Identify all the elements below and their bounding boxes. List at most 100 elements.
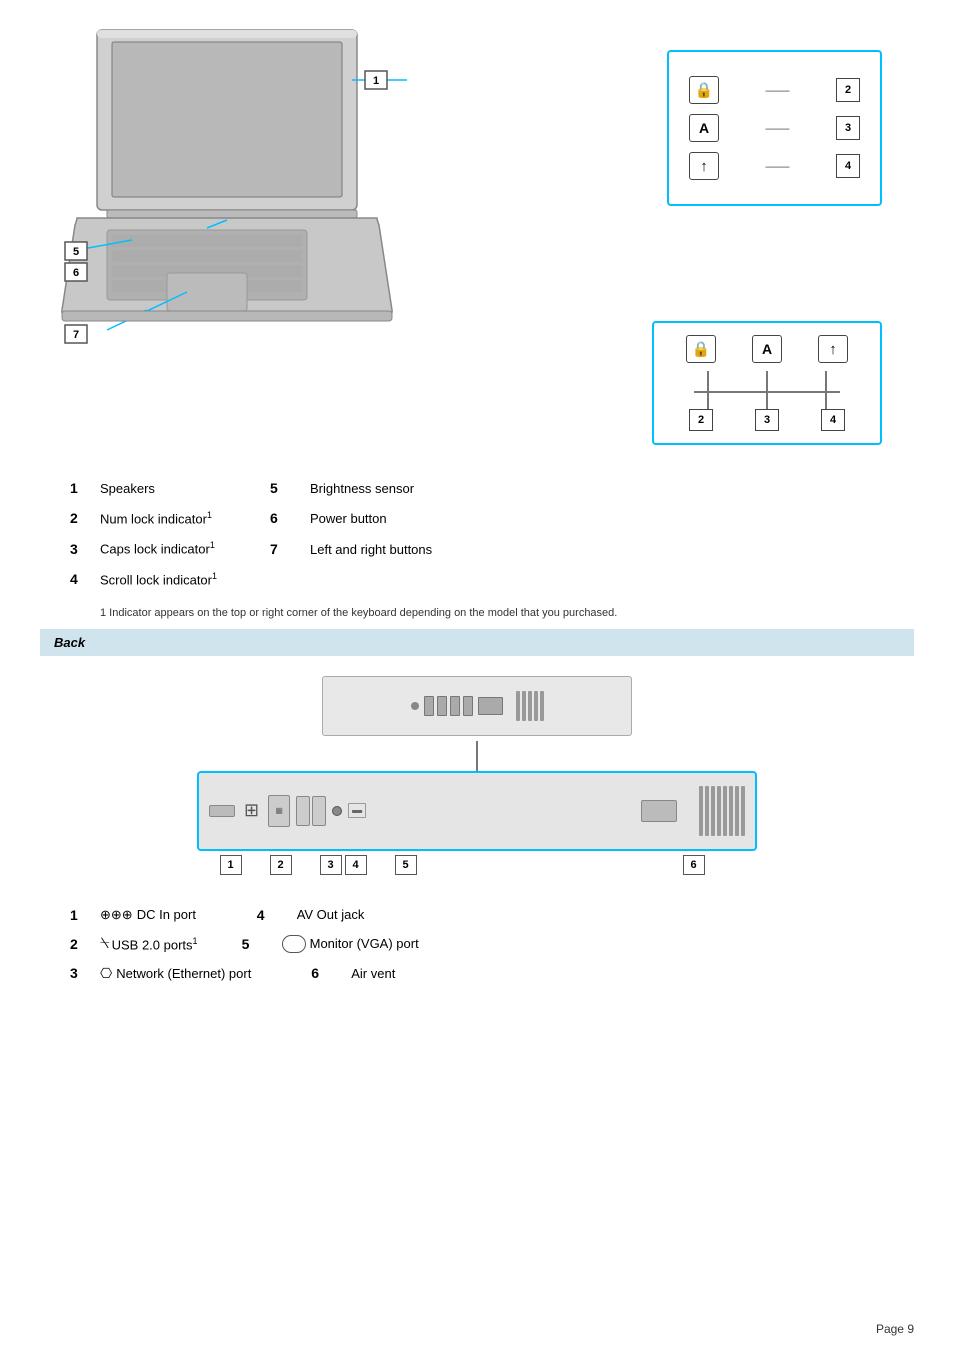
back-label-row-2: 2 ⍀ USB 2.0 ports1 5 Monitor (VGA) port [70, 935, 884, 953]
back-label-num2-6: 6 [311, 965, 351, 981]
vga-port [641, 800, 677, 822]
vga-connector-symbol: ▬ [348, 803, 366, 818]
svg-text:6: 6 [73, 267, 79, 279]
svg-text:5: 5 [73, 246, 79, 258]
back-num-1: 1 [220, 855, 242, 875]
bottom-num-3: 3 [755, 409, 779, 431]
label-text-capslock: Caps lock indicator1 [100, 540, 270, 556]
label-row-2: 2 Num lock indicator1 6 Power button [70, 510, 884, 526]
back-label-dc: DC In port [137, 907, 257, 922]
bottom-num-4: 4 [821, 409, 845, 431]
rj45-port: ▦ [268, 795, 290, 827]
indicator-callout-panel: 🔒 —— 2 A —— 3 ↑ —— 4 [667, 50, 882, 206]
usb-icon-sym: ⍀ [100, 935, 110, 953]
back-label-num2-4: 4 [257, 907, 297, 923]
back-num-34: 3 4 [320, 855, 367, 875]
callout-num-3: 3 [836, 116, 860, 140]
usb-port-2 [312, 796, 326, 826]
back-port-numbers: 1 2 3 4 5 6 [200, 851, 755, 875]
numlock-icon: 🔒 [689, 76, 719, 104]
top-vent [516, 691, 544, 721]
svg-text:1: 1 [373, 75, 379, 87]
top-labels: 1 Speakers 5 Brightness sensor 2 Num loc… [40, 480, 914, 619]
back-label-num-2: 2 [70, 936, 100, 952]
scrolllock-icon: ↑ [689, 152, 719, 180]
back-num-3: 3 [320, 855, 342, 875]
label-num2-7: 7 [270, 541, 310, 557]
back-num-2: 2 [270, 855, 292, 875]
footnote-sup-2: 1 [210, 540, 215, 550]
back-label-airvent: Air vent [351, 966, 395, 981]
label-text-lr-buttons: Left and right buttons [310, 542, 432, 557]
back-num-4: 4 [345, 855, 367, 875]
callout-num-4: 4 [836, 154, 860, 178]
footnote-sup-3: 1 [212, 571, 217, 581]
back-label-num-3: 3 [70, 965, 100, 981]
modem-symbol: ⊞ [244, 800, 259, 821]
back-label-network: Network (Ethernet) port [116, 966, 311, 981]
capslock-bottom-icon: A [752, 335, 782, 363]
lower-lines [678, 393, 856, 409]
back-label-num-1: 1 [70, 907, 100, 923]
indicator-item-2: 🔒 —— 2 [689, 76, 860, 104]
label-num2-6: 6 [270, 510, 310, 526]
label-num-1: 1 [70, 480, 100, 496]
back-num-5: 5 [395, 855, 417, 875]
laptop-illustration: 5 6 7 1 [47, 20, 407, 360]
label-row-4: 4 Scroll lock indicator1 [70, 571, 884, 587]
port-connectors-top [424, 696, 473, 716]
connect-line [476, 741, 478, 771]
svg-text:7: 7 [73, 329, 79, 341]
label-row-1: 1 Speakers 5 Brightness sensor [70, 480, 884, 496]
back-num-6: 6 [683, 855, 705, 875]
back-diagram-container: ⊞ ▦ ▬ [40, 656, 914, 885]
arrow-icon-2: —— [766, 121, 790, 135]
connector-lines [678, 371, 856, 391]
label-row-3: 3 Caps lock indicator1 7 Left and right … [70, 540, 884, 556]
back-main-device: ⊞ ▦ ▬ [197, 771, 757, 851]
label-text-brightness: Brightness sensor [310, 481, 414, 496]
dc-port-group [209, 805, 235, 817]
back-label-vga: Monitor (VGA) port [310, 936, 419, 951]
network-icon-sym: ⎔ [100, 965, 112, 982]
label-text-scrolllock: Scroll lock indicator1 [100, 571, 270, 587]
label-text-power: Power button [310, 511, 387, 526]
dc-indicator [411, 702, 419, 710]
back-label-num2-5: 5 [242, 936, 282, 952]
label-text-speakers: Speakers [100, 481, 270, 496]
back-label-av: AV Out jack [297, 907, 365, 922]
label-text-numlock: Num lock indicator1 [100, 510, 270, 526]
vent-block [699, 786, 745, 836]
back-section-header: Back [40, 629, 914, 656]
page-number: Page 9 [876, 1322, 914, 1336]
numlock-bottom-icon: 🔒 [686, 335, 716, 363]
back-label-row-1: 1 ⊕⊕⊕ DC In port 4 AV Out jack [70, 907, 884, 923]
label-num-2: 2 [70, 510, 100, 526]
back-footnote-sup: 1 [193, 936, 198, 946]
label-num-4: 4 [70, 571, 100, 587]
indicator-item-3: A —— 3 [689, 114, 860, 142]
back-device-top [322, 676, 632, 736]
back-label-usb: USB 2.0 ports1 [112, 936, 242, 952]
bottom-indicator-panel: 🔒 A ↑ 2 [652, 321, 882, 445]
footnote-text: 1 Indicator appears on the top or right … [100, 607, 884, 619]
top-port-right [478, 697, 503, 715]
usb-port-1 [296, 796, 310, 826]
arrow-icon-3: —— [766, 159, 790, 173]
label-num2-5: 5 [270, 480, 310, 496]
monitor-icon-shape [282, 935, 306, 953]
indicator-nums-row: 2 3 4 [668, 409, 866, 431]
dc-icon-text: ⊕⊕⊕ [100, 907, 133, 923]
footnote-sup-1: 1 [207, 510, 212, 520]
callout-num-2: 2 [836, 78, 860, 102]
indicator-icons-row: 🔒 A ↑ [668, 335, 866, 363]
back-num-6-wrapper: 6 [683, 855, 705, 875]
indicator-item-4: ↑ —— 4 [689, 152, 860, 180]
capslock-icon: A [689, 114, 719, 142]
label-num-3: 3 [70, 541, 100, 557]
scrolllock-bottom-icon: ↑ [818, 335, 848, 363]
back-labels-section: 1 ⊕⊕⊕ DC In port 4 AV Out jack 2 ⍀ USB 2… [40, 885, 914, 1004]
left-port-nums: 1 2 3 4 5 [220, 855, 417, 875]
back-header-text: Back [54, 635, 85, 650]
bottom-num-2: 2 [689, 409, 713, 431]
